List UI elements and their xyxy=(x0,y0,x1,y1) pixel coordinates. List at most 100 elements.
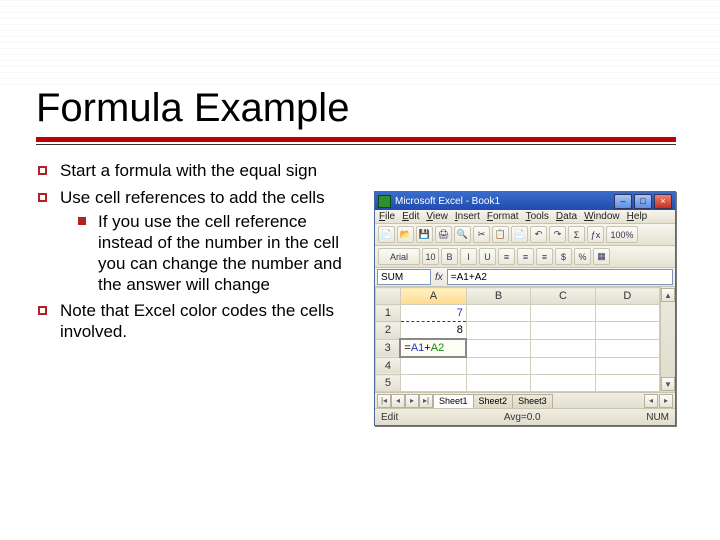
font-size-box[interactable]: 10 xyxy=(422,248,439,265)
sheet-tab-3[interactable]: Sheet3 xyxy=(512,394,553,408)
font-box[interactable]: Arial xyxy=(378,248,420,265)
cell-a2[interactable]: 8 xyxy=(400,322,466,340)
zoom-box[interactable]: 100% xyxy=(606,226,638,243)
cell-d2[interactable] xyxy=(595,322,659,340)
new-icon[interactable]: 📄 xyxy=(378,226,395,243)
menu-insert[interactable]: Insert xyxy=(455,211,480,222)
spreadsheet-grid[interactable]: A B C D 1 7 xyxy=(375,287,660,392)
sheet-tab-2[interactable]: Sheet2 xyxy=(473,394,514,408)
tab-nav-next-icon[interactable]: ▸ xyxy=(405,394,419,408)
sheet-tab-1-label: Sheet1 xyxy=(439,396,468,406)
vertical-scrollbar[interactable]: ▲ ▼ xyxy=(660,287,675,392)
scroll-up-icon[interactable]: ▲ xyxy=(661,288,675,302)
menu-view[interactable]: View xyxy=(426,211,448,222)
redo-icon[interactable]: ↷ xyxy=(549,226,566,243)
underline-icon[interactable]: U xyxy=(479,248,496,265)
minimize-button[interactable]: – xyxy=(614,194,632,209)
percent-icon[interactable]: % xyxy=(574,248,591,265)
row-header-5[interactable]: 5 xyxy=(376,375,401,392)
formula-input-value: =A1+A2 xyxy=(451,272,487,283)
menu-format[interactable]: Format xyxy=(487,211,519,222)
hscroll-left-icon[interactable]: ◂ xyxy=(644,394,658,408)
cell-a4[interactable] xyxy=(400,357,466,375)
menu-window[interactable]: Window xyxy=(584,211,620,222)
background-lines xyxy=(0,0,720,90)
cell-b2[interactable] xyxy=(466,322,530,340)
menu-data[interactable]: Data xyxy=(556,211,577,222)
close-button[interactable]: × xyxy=(654,194,672,209)
menu-file[interactable]: File xyxy=(379,211,395,222)
name-box[interactable]: SUM xyxy=(377,269,431,285)
copy-icon[interactable]: 📋 xyxy=(492,226,509,243)
cell-d3[interactable] xyxy=(595,339,659,357)
tab-nav-first-icon[interactable]: |◂ xyxy=(377,394,391,408)
bold-icon[interactable]: B xyxy=(441,248,458,265)
col-header-b[interactable]: B xyxy=(466,288,530,305)
cell-d4[interactable] xyxy=(595,357,659,375)
sheet-tab-1[interactable]: Sheet1 xyxy=(433,394,474,408)
standard-toolbar: 📄 📂 💾 🖨 🔍 ✂ 📋 📄 ↶ ↷ Σ ƒx 100% xyxy=(375,224,675,246)
print-icon[interactable]: 🖨 xyxy=(435,226,452,243)
col-header-a[interactable]: A xyxy=(400,288,466,305)
hscroll-right-icon[interactable]: ▸ xyxy=(659,394,673,408)
menu-help[interactable]: Help xyxy=(627,211,648,222)
cell-a1[interactable]: 7 xyxy=(400,305,466,322)
borders-icon[interactable]: ▦ xyxy=(593,248,610,265)
align-right-icon[interactable]: ≡ xyxy=(536,248,553,265)
cut-icon[interactable]: ✂ xyxy=(473,226,490,243)
horizontal-scrollbar[interactable]: ◂ ▸ xyxy=(560,394,673,408)
titlebar[interactable]: Microsoft Excel - Book1 – □ × xyxy=(375,192,675,210)
menu-edit[interactable]: Edit xyxy=(402,211,419,222)
paste-icon[interactable]: 📄 xyxy=(511,226,528,243)
col-header-d[interactable]: D xyxy=(595,288,659,305)
align-center-icon[interactable]: ≡ xyxy=(517,248,534,265)
cell-b4[interactable] xyxy=(466,357,530,375)
bullet-column: Start a formula with the equal sign Use … xyxy=(36,155,356,426)
cell-a5[interactable] xyxy=(400,375,466,392)
name-box-value: SUM xyxy=(381,272,403,283)
cell-c3[interactable] xyxy=(531,339,595,357)
bullet-2-text: Use cell references to add the cells xyxy=(60,188,325,207)
bullet-2: Use cell references to add the cells If … xyxy=(36,188,356,296)
undo-icon[interactable]: ↶ xyxy=(530,226,547,243)
cell-a3[interactable]: =A1+A2 xyxy=(400,339,466,357)
scroll-down-icon[interactable]: ▼ xyxy=(661,377,675,391)
tab-nav-last-icon[interactable]: ▸| xyxy=(419,394,433,408)
row-header-3[interactable]: 3 xyxy=(376,339,401,357)
menu-tools[interactable]: Tools xyxy=(526,211,549,222)
fx-label[interactable]: fx xyxy=(433,272,445,283)
maximize-button[interactable]: □ xyxy=(634,194,652,209)
cell-b3[interactable] xyxy=(466,339,530,357)
bullet-1: Start a formula with the equal sign xyxy=(36,161,356,182)
cell-c2[interactable] xyxy=(531,322,595,340)
open-icon[interactable]: 📂 xyxy=(397,226,414,243)
sub-bullet-1-text: If you use the cell reference instead of… xyxy=(98,212,342,293)
select-all-corner[interactable] xyxy=(376,288,401,305)
tab-nav-prev-icon[interactable]: ◂ xyxy=(391,394,405,408)
row-header-1[interactable]: 1 xyxy=(376,305,401,322)
align-left-icon[interactable]: ≡ xyxy=(498,248,515,265)
row-header-4[interactable]: 4 xyxy=(376,357,401,375)
slide-title: Formula Example xyxy=(36,86,684,131)
italic-icon[interactable]: I xyxy=(460,248,477,265)
sheet-tab-3-label: Sheet3 xyxy=(518,396,547,406)
cell-c5[interactable] xyxy=(531,375,595,392)
preview-icon[interactable]: 🔍 xyxy=(454,226,471,243)
function-icon[interactable]: ƒx xyxy=(587,226,604,243)
cell-c1[interactable] xyxy=(531,305,595,322)
save-icon[interactable]: 💾 xyxy=(416,226,433,243)
excel-window: Microsoft Excel - Book1 – □ × File Edit … xyxy=(374,191,676,426)
col-header-c[interactable]: C xyxy=(531,288,595,305)
cell-c4[interactable] xyxy=(531,357,595,375)
status-mid: Avg=0.0 xyxy=(504,412,541,423)
autosum-icon[interactable]: Σ xyxy=(568,226,585,243)
currency-icon[interactable]: $ xyxy=(555,248,572,265)
sheet-tab-bar: |◂ ◂ ▸ ▸| Sheet1 Sheet2 Sheet3 ◂ ▸ xyxy=(375,392,675,408)
formatting-toolbar: Arial 10 B I U ≡ ≡ ≡ $ % ▦ xyxy=(375,246,675,268)
cell-b1[interactable] xyxy=(466,305,530,322)
cell-d5[interactable] xyxy=(595,375,659,392)
row-header-2[interactable]: 2 xyxy=(376,322,401,340)
formula-input[interactable]: =A1+A2 xyxy=(447,269,673,285)
cell-b5[interactable] xyxy=(466,375,530,392)
cell-d1[interactable] xyxy=(595,305,659,322)
